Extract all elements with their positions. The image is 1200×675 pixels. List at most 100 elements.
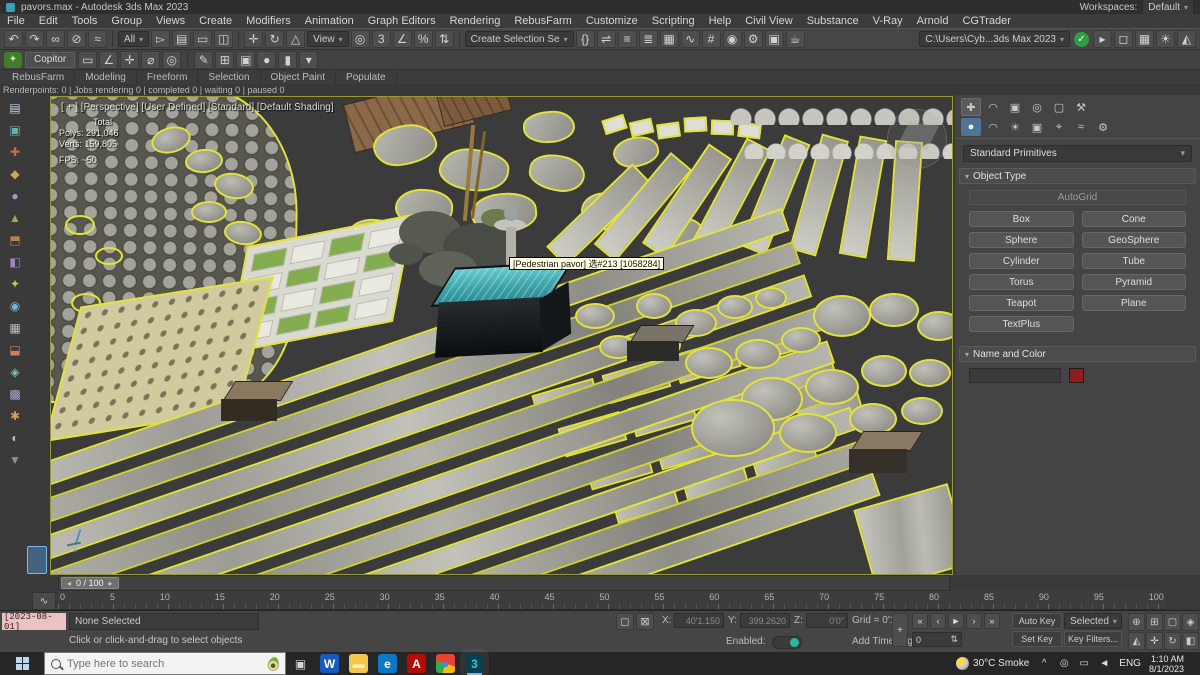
tab-display[interactable]: ▢ (1049, 98, 1069, 116)
search-input[interactable] (67, 657, 217, 670)
left-tool-slab-icon[interactable]: ⬓ (4, 339, 26, 360)
auto-key-button[interactable]: Auto Key (1012, 613, 1062, 629)
tab-utilities[interactable]: ⚒ (1071, 98, 1091, 116)
round-paver[interactable] (901, 397, 943, 425)
select-and-rotate-icon[interactable]: ↻ (265, 30, 285, 48)
object-name-field[interactable] (969, 368, 1061, 383)
rectangular-selection-region-icon[interactable]: ▭ (193, 30, 213, 48)
left-tool-gem-icon[interactable]: ◈ (4, 361, 26, 382)
plugin-logo-icon[interactable]: ✦ (4, 51, 22, 68)
cube-block[interactable] (849, 449, 907, 473)
left-tool-explorer-icon[interactable]: ▤ (4, 97, 26, 118)
z-coordinate-field[interactable]: 0'0" (806, 613, 848, 628)
task-view-button[interactable]: ▣ (291, 654, 310, 673)
key-filters-button[interactable]: Key Filters... (1064, 631, 1122, 647)
category-space-warps[interactable]: ≈ (1071, 118, 1091, 136)
name-and-color-rollout[interactable]: Name and Color (959, 346, 1196, 362)
copitor-button[interactable]: Copitor (25, 51, 76, 68)
browse-icon[interactable]: ▸ (1093, 30, 1112, 48)
previous-frame-button[interactable]: ‹ (930, 613, 946, 629)
y-coordinate-field[interactable]: 399.2620 (740, 613, 790, 628)
zoom-extents-all-icon[interactable]: ◈ (1182, 613, 1199, 631)
snaps-toggle-icon[interactable]: 3 (371, 30, 391, 48)
round-paver[interactable] (636, 293, 672, 319)
category-cameras[interactable]: ▣ (1027, 118, 1047, 136)
category-helpers[interactable]: ⌖ (1049, 118, 1069, 136)
render-farm-icon[interactable]: ▦ (1135, 30, 1154, 48)
white-tile[interactable] (628, 117, 655, 138)
stepping-stone[interactable] (191, 201, 227, 223)
animation-enabled-toggle[interactable] (772, 636, 802, 649)
round-paver[interactable] (917, 311, 952, 341)
more-tools-icon[interactable]: ▾ (299, 50, 319, 69)
flagstone-paver[interactable] (436, 145, 512, 195)
taskbar-search[interactable] (44, 652, 286, 675)
left-tool-star-icon[interactable]: ✦ (4, 273, 26, 294)
round-paver[interactable] (717, 295, 753, 319)
sphere-tool-icon[interactable]: ● (257, 50, 277, 69)
time-slider[interactable]: ◂ 0 / 100 ▸ (58, 575, 950, 591)
white-tile[interactable] (683, 116, 708, 133)
app-edge[interactable]: e (378, 654, 397, 673)
unlink-selection-icon[interactable]: ⊘ (67, 30, 86, 48)
white-tile[interactable] (601, 113, 628, 136)
app-acrobat[interactable]: A (407, 654, 426, 673)
cube-block[interactable] (627, 341, 679, 361)
tab-hierarchy[interactable]: ▣ (1005, 98, 1025, 116)
app-3dsmax[interactable]: 3 (465, 654, 484, 673)
pan-icon[interactable]: ✛ (1146, 632, 1163, 650)
zoom-all-icon[interactable]: ⊞ (1146, 613, 1163, 631)
go-to-end-button[interactable]: » (984, 613, 1000, 629)
isolate-icon[interactable]: ◻ (1114, 30, 1133, 48)
zoom-icon[interactable]: ⊕ (1128, 613, 1145, 631)
use-pivot-center-icon[interactable]: ◎ (350, 30, 370, 48)
taskbar-clock[interactable]: 1:10 AM 8/1/2023 (1149, 654, 1184, 674)
weather-widget[interactable]: 30°C Smoke (956, 657, 1029, 670)
named-selection-sets-dropdown[interactable]: Create Selection Se (464, 31, 574, 47)
box-tool-icon[interactable]: ▣ (236, 50, 256, 69)
select-and-scale-icon[interactable]: △ (286, 30, 306, 48)
tape-icon[interactable]: ⌀ (141, 50, 161, 69)
round-paver[interactable] (805, 369, 859, 405)
viewport-layout-tab[interactable] (27, 546, 47, 574)
paint-tool-icon[interactable]: ✎ (194, 50, 214, 69)
round-paver[interactable] (735, 339, 781, 369)
render-ready-icon[interactable]: ✓ (1074, 31, 1089, 47)
left-tool-down-icon[interactable]: ▼ (4, 449, 26, 470)
category-shapes[interactable]: ◠ (983, 118, 1003, 136)
cube-block[interactable] (850, 431, 924, 451)
previous-frame-arrow-icon[interactable]: ◂ (67, 579, 71, 588)
frame-spinner-icon[interactable]: ⇅ (950, 634, 958, 645)
rendered-frame-icon[interactable]: ▣ (764, 30, 784, 48)
orbit-icon[interactable]: ↻ (1164, 632, 1181, 650)
lighting-analysis-icon[interactable]: ☀ (1156, 30, 1175, 48)
play-button[interactable]: ► (948, 613, 964, 629)
object-color-swatch[interactable] (1069, 368, 1084, 383)
start-button[interactable] (0, 652, 44, 675)
viewport-canvas[interactable]: x [ + ] [Perspective] [User Defined] [St… (50, 96, 953, 575)
window-crossing-icon[interactable]: ◫ (214, 30, 234, 48)
round-paver[interactable] (691, 399, 775, 457)
round-paver[interactable] (755, 287, 787, 309)
tray-status-icon[interactable]: ◎ (1057, 658, 1071, 669)
current-frame-field[interactable]: 0 ⇅ (912, 632, 962, 647)
x-coordinate-field[interactable]: 40'1.150 (674, 613, 724, 628)
edit-named-sets-icon[interactable]: {} (575, 30, 595, 48)
isolate-selection-icon[interactable]: ◻ (616, 613, 634, 630)
key-selection-dropdown[interactable]: Selected (1064, 613, 1122, 629)
maximize-viewport-icon[interactable]: ◧ (1182, 632, 1199, 650)
category-geometry[interactable]: ● (961, 118, 981, 136)
tab-modify[interactable]: ◠ (983, 98, 1003, 116)
axis-tool-icon[interactable]: ✛ (120, 50, 140, 69)
ribbon-toggle-icon[interactable]: ▦ (659, 30, 679, 48)
pedestal-ball[interactable] (504, 207, 518, 221)
mirror-icon[interactable]: ⇌ (596, 30, 616, 48)
round-paver[interactable] (781, 327, 821, 353)
material-editor-icon[interactable]: ◉ (722, 30, 742, 48)
app-chrome[interactable]: ● (436, 654, 455, 673)
angle-snap-icon[interactable]: ∠ (392, 30, 412, 48)
schematic-view-icon[interactable]: # (701, 30, 721, 48)
set-keys-button[interactable]: + (892, 613, 908, 647)
flagstone-paver[interactable] (522, 109, 576, 145)
water-basin[interactable] (430, 261, 579, 363)
